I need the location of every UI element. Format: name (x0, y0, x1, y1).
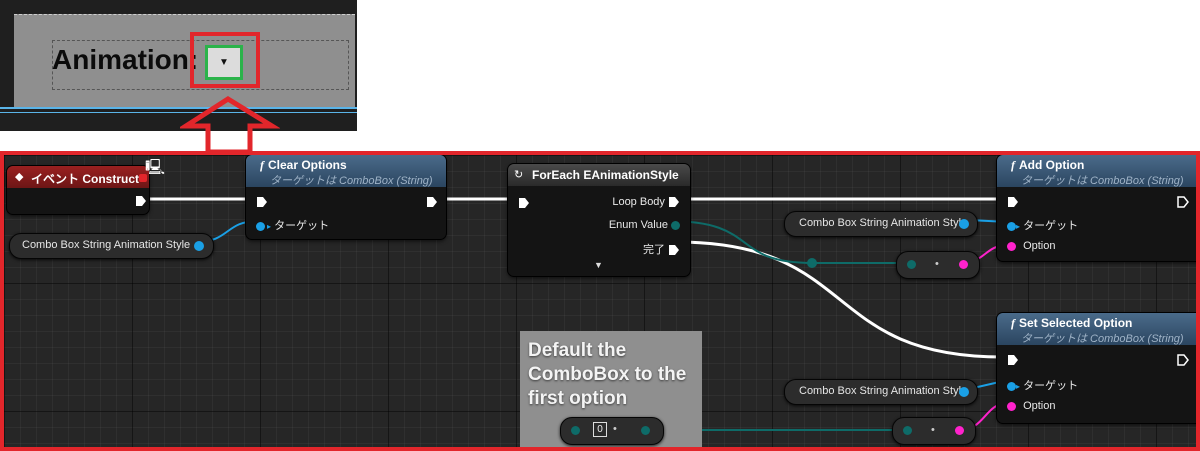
option-pin-row[interactable]: Option (1007, 240, 1055, 252)
target-pin[interactable] (1007, 381, 1016, 391)
completed-label: 完了 (642, 244, 665, 256)
loop-body-row[interactable]: Loop Body (612, 196, 680, 208)
monitor-icon: 🖳 (145, 159, 166, 176)
clear-options-title: f Clear Options (260, 158, 347, 172)
designer-divider-2 (0, 112, 357, 113)
target-pin[interactable] (256, 221, 265, 231)
variable-label: Combo Box String Animation Style (799, 385, 968, 397)
foreach-title: ForEach EAnimationStyle (532, 168, 679, 182)
object-out-pin[interactable] (959, 387, 969, 397)
object-out-pin[interactable] (194, 241, 204, 251)
function-node-header: f Clear Options ターゲットは ComboBox (String) (246, 155, 446, 187)
variable-combo-box-1[interactable]: Combo Box String Animation Style (9, 233, 214, 259)
convert-enum-to-string-node-2[interactable]: • (892, 417, 976, 445)
variable-label: Combo Box String Animation Style (799, 217, 968, 229)
add-option-node[interactable]: f Add Option ターゲットは ComboBox (String) ▸ タ… (997, 155, 1196, 261)
event-node-title: イベント Construct (31, 172, 140, 186)
exec-in-pin[interactable] (256, 196, 268, 211)
comment-text: Default the ComboBox to the first option (528, 340, 687, 409)
exec-in-pin[interactable] (1007, 196, 1019, 211)
variable-label: Combo Box String Animation Style (22, 239, 191, 251)
completed-pin[interactable] (668, 244, 680, 256)
event-node-header: ◆ イベント Construct (7, 166, 149, 188)
clear-options-node[interactable]: f Clear Options ターゲットは ComboBox (String) … (246, 155, 446, 239)
exec-out-pin[interactable] (426, 196, 438, 211)
byte-in-pin[interactable] (907, 260, 916, 269)
convert-enum-to-string-node-1[interactable]: • (896, 251, 980, 279)
designer-preview: Animation: ▼ (0, 0, 357, 131)
literal-index-field[interactable]: 0 (593, 422, 607, 437)
event-diamond-icon: ◆ (15, 171, 24, 183)
completed-row[interactable]: 完了 (643, 241, 680, 257)
exec-out-pin[interactable] (1177, 196, 1189, 211)
animation-label: Animation: (52, 44, 199, 75)
exec-out-pin[interactable] (1177, 354, 1189, 369)
byte-in-pin[interactable] (571, 426, 580, 435)
variable-combo-box-2[interactable]: Combo Box String Animation Style (784, 211, 978, 237)
exec-in-pin[interactable] (518, 197, 530, 212)
option-label: Option (1023, 240, 1056, 252)
function-node-header: f Set Selected Option ターゲットは ComboBox (St… (997, 313, 1196, 345)
loop-icon: ↻ (514, 169, 524, 181)
set-selected-subtitle: ターゲットは ComboBox (String) (1021, 333, 1184, 345)
enum-value-label: Enum Value (608, 219, 668, 231)
literal-enum-node[interactable]: 0 • (560, 417, 664, 445)
option-pin-row[interactable]: Option (1007, 400, 1055, 412)
option-label: Option (1023, 400, 1056, 412)
clear-options-subtitle: ターゲットは ComboBox (String) (270, 175, 433, 187)
option-pin[interactable] (1007, 401, 1016, 411)
up-arrow-icon (180, 96, 280, 154)
target-pin-row[interactable]: ▸ ターゲット (1007, 377, 1078, 393)
set-selected-option-node[interactable]: f Set Selected Option ターゲットは ComboBox (St… (997, 313, 1196, 423)
enum-value-row[interactable]: Enum Value (609, 219, 680, 231)
target-label: ターゲット (1023, 380, 1079, 392)
exec-out-pin[interactable] (135, 195, 147, 210)
byte-in-pin[interactable] (903, 426, 912, 435)
function-icon: f (260, 158, 264, 172)
caret-down-icon: ▼ (219, 57, 229, 68)
function-node-header: f Add Option ターゲットは ComboBox (String) (997, 155, 1196, 187)
set-selected-title: f Set Selected Option (1011, 316, 1133, 330)
function-icon: f (1011, 158, 1015, 172)
variable-combo-box-3[interactable]: Combo Box String Animation Style (784, 379, 978, 405)
foreach-node[interactable]: ↻ ForEach EAnimationStyle Loop Body Enum… (508, 164, 690, 276)
target-label: ターゲット (1023, 220, 1079, 232)
event-construct-node[interactable]: ◆ イベント Construct (7, 166, 149, 214)
expand-arrow-icon[interactable]: ▼ (594, 260, 603, 270)
string-out-pin[interactable] (955, 426, 964, 435)
foreach-node-header: ↻ ForEach EAnimationStyle (508, 164, 690, 186)
target-label: ターゲット (274, 220, 330, 232)
add-option-subtitle: ターゲットは ComboBox (String) (1021, 175, 1184, 187)
add-option-title: f Add Option (1011, 158, 1085, 172)
string-out-pin[interactable] (959, 260, 968, 269)
blueprint-graph[interactable]: ◆ イベント Construct 🖳 Combo Box String Anim… (0, 151, 1200, 451)
exec-in-pin[interactable] (1007, 354, 1019, 369)
function-icon: f (1011, 316, 1015, 330)
combo-box-dropdown[interactable]: ▼ (205, 45, 243, 80)
option-pin[interactable] (1007, 241, 1016, 251)
designer-divider (0, 107, 357, 109)
target-pin-row[interactable]: ▸ ターゲット (1007, 217, 1078, 233)
loop-body-pin[interactable] (668, 196, 680, 208)
target-pin[interactable] (1007, 221, 1016, 231)
object-out-pin[interactable] (959, 219, 969, 229)
byte-out-pin[interactable] (641, 426, 650, 435)
enum-value-pin[interactable] (671, 220, 680, 230)
target-pin-row[interactable]: ▸ ターゲット (256, 217, 329, 233)
convert-dot: • (931, 424, 935, 436)
literal-dot: • (613, 423, 617, 435)
loop-body-label: Loop Body (612, 196, 665, 208)
convert-dot: • (935, 258, 939, 270)
